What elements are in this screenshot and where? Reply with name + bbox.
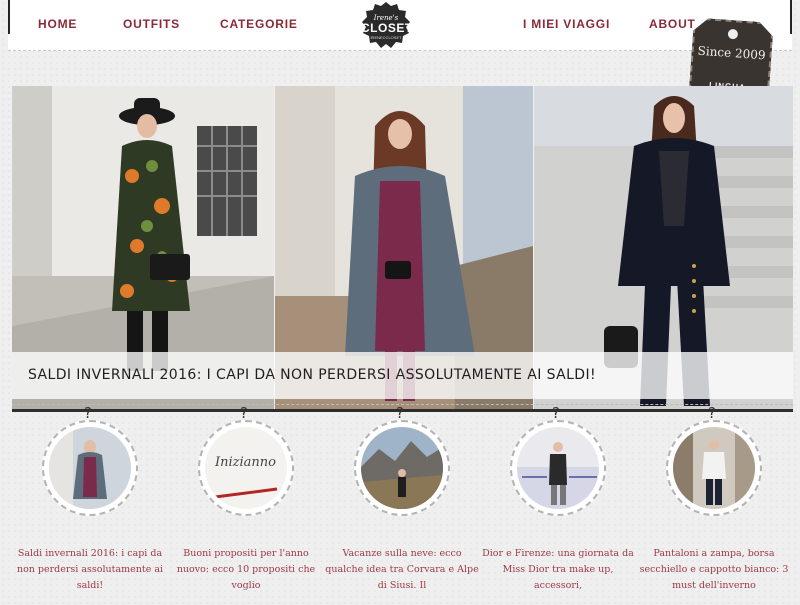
post-thumbnail-5-image <box>673 427 755 509</box>
post-thumbnail-3-image <box>361 427 443 509</box>
post-caption-3[interactable]: Vacanze sulla neve: ecco qualche idea tr… <box>322 546 482 594</box>
post-thumbnail-2-image: Inizianno <box>205 427 287 509</box>
post-card-1[interactable]: ? Saldi invernali 2016: i capi da non pe… <box>10 404 170 594</box>
post-thumbnail-5[interactable] <box>666 420 762 516</box>
notebook-handwriting: Inizianno <box>215 455 276 470</box>
hero-caption[interactable]: SALDI INVERNALI 2016: I CAPI DA NON PERD… <box>28 367 596 383</box>
nav-about[interactable]: ABOUT <box>649 17 696 31</box>
nav-home[interactable]: HOME <box>38 17 77 31</box>
post-caption-5[interactable]: Pantaloni a zampa, borsa secchiello e ca… <box>634 546 794 594</box>
tag-hole <box>728 29 739 40</box>
hero-slider[interactable]: SALDI INVERNALI 2016: I CAPI DA NON PERD… <box>12 86 793 410</box>
post-caption-1[interactable]: Saldi invernali 2016: i capi da non perd… <box>10 546 170 594</box>
post-thumbnail-3[interactable] <box>354 420 450 516</box>
post-thumbnail-2[interactable]: Inizianno <box>198 420 294 516</box>
nav-outfits[interactable]: OUTFITS <box>123 17 180 31</box>
post-card-2[interactable]: ? Inizianno Buoni propositi per l'anno n… <box>166 404 326 594</box>
post-card-5[interactable]: ? Pantaloni a zampa, borsa secchiello e … <box>634 404 794 594</box>
post-card-3[interactable]: ? Vacanze sulla neve: ecco qualche idea … <box>322 404 482 594</box>
post-thumbnail-1[interactable] <box>42 420 138 516</box>
nav-i-miei-viaggi[interactable]: I MIEI VIAGGI <box>523 17 610 31</box>
post-caption-2[interactable]: Buoni propositi per l'anno nuovo: ecco 1… <box>166 546 326 594</box>
post-thumbnail-4[interactable] <box>510 420 606 516</box>
post-thumbnail-1-image <box>49 427 131 509</box>
logo-line-3: IRENECCLOSET <box>370 35 402 40</box>
post-card-4[interactable]: ? Dior e Firenze: una giornata da Miss D… <box>478 404 638 594</box>
logo-line-2: CLOSET <box>361 21 413 35</box>
hero-caption-bar: SALDI INVERNALI 2016: I CAPI DA NON PERD… <box>12 352 793 399</box>
nav-categorie[interactable]: CATEGORIE <box>220 17 298 31</box>
post-thumbnail-4-image <box>517 427 599 509</box>
post-caption-4[interactable]: Dior e Firenze: una giornata da Miss Dio… <box>478 546 638 594</box>
since-label: Since 2009 <box>697 43 766 63</box>
site-logo[interactable]: Irene's CLOSET IRENECCLOSET <box>361 1 413 49</box>
